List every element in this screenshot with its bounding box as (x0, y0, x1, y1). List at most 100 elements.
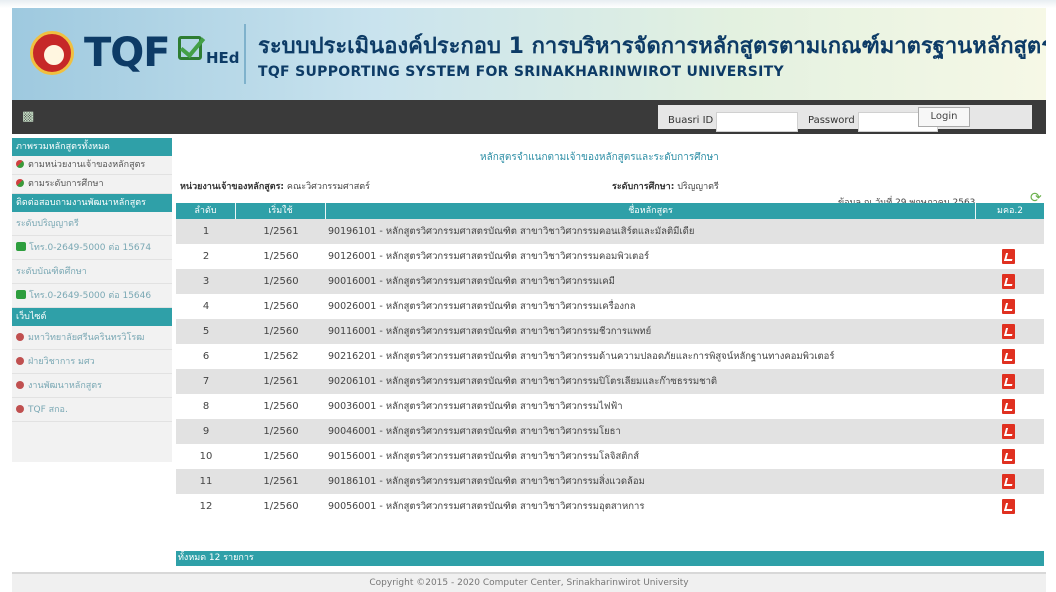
tqf-logo-text[interactable]: TQF (84, 30, 171, 76)
row-number: 2 (202, 251, 210, 262)
row-curriculum-name[interactable]: 90216201 - หลักสูตรวิศวกรรมศาสตรบัณฑิต ส… (328, 344, 968, 369)
pdf-icon[interactable] (1002, 399, 1015, 414)
owner-label: หน่วยงานเจ้าของหลักสูตร: (180, 182, 285, 192)
login-button[interactable]: Login (918, 107, 970, 127)
row-curriculum-name[interactable]: 90026001 - หลักสูตรวิศวกรรมศาสตรบัณฑิต ส… (328, 294, 968, 319)
row-tqf2-cell (976, 294, 1044, 319)
row-curriculum-name[interactable]: 90196101 - หลักสูตรวิศวกรรมศาสตรบัณฑิต ส… (328, 219, 968, 244)
row-number: 4 (202, 301, 210, 312)
table-row: 9 1/2560 90046001 - หลักสูตรวิศวกรรมศาสตรบ… (176, 419, 1044, 444)
table-total: ทั้งหมด 12 รายการ (176, 551, 1044, 566)
table-row: 5 1/2560 90116001 - หลักสูตรวิศวกรรมศาสตรบ… (176, 319, 1044, 344)
row-start-term: 1/2560 (263, 501, 299, 512)
pdf-icon[interactable] (1002, 424, 1015, 439)
table-row: 10 1/2560 90156001 - หลักสูตรวิศวกรรมศาสตร… (176, 444, 1044, 469)
row-curriculum-name[interactable]: 90126001 - หลักสูตรวิศวกรรมศาสตรบัณฑิต ส… (328, 244, 968, 269)
row-number: 8 (202, 401, 210, 412)
curriculum-table: 1 1/2561 90196101 - หลักสูตรวิศวกรรมศาสตรบ… (176, 219, 1044, 519)
level-value: ปริญญาตรี (677, 182, 719, 192)
checkmark-icon (178, 36, 202, 60)
sidebar-item-swu[interactable]: มหาวิทยาลัยศรีนครินทรวิโรฒ (12, 326, 172, 350)
sidebar-item-curriculum-dev[interactable]: งานพัฒนาหลักสูตร (12, 374, 172, 398)
bullet-icon (16, 179, 24, 187)
table-row: 3 1/2560 90016001 - หลักสูตรวิศวกรรมศาสตรบ… (176, 269, 1044, 294)
row-curriculum-name[interactable]: 90036001 - หลักสูตรวิศวกรรมศาสตรบัณฑิต ส… (328, 394, 968, 419)
row-tqf2-cell (976, 494, 1044, 519)
table-row: 6 1/2562 90216201 - หลักสูตรวิศวกรรมศาสตรบ… (176, 344, 1044, 369)
row-start-term: 1/2562 (263, 351, 299, 362)
row-tqf2-cell (976, 269, 1044, 294)
row-curriculum-name[interactable]: 90016001 - หลักสูตรวิศวกรรมศาสตรบัณฑิต ส… (328, 269, 968, 294)
row-number: 1 (202, 226, 210, 237)
pdf-icon[interactable] (1002, 249, 1015, 264)
sidebar-item-by-owner[interactable]: ตามหน่วยงานเจ้าของหลักสูตร (12, 156, 172, 175)
row-tqf2-cell (976, 319, 1044, 344)
sidebar-section-websites: เว็บไซต์ (12, 308, 172, 326)
row-start-term: 1/2560 (263, 426, 299, 437)
column-header-tqf2: มคอ.2 (997, 206, 1023, 216)
system-title-english: TQF SUPPORTING SYSTEM FOR SRINAKHARINWIR… (258, 64, 784, 80)
page-title: หลักสูตรจำแนกตามเจ้าของหลักสูตรและระดับก… (480, 152, 719, 163)
sidebar-item-by-level[interactable]: ตามระดับการศึกษา (12, 175, 172, 194)
link-bullet-icon (16, 357, 24, 365)
row-curriculum-name[interactable]: 90116001 - หลักสูตรวิศวกรรมศาสตรบัณฑิต ส… (328, 319, 968, 344)
row-tqf2-cell (976, 219, 1044, 244)
pdf-icon[interactable] (1002, 374, 1015, 389)
phone-icon (16, 242, 26, 251)
level-info: ระดับการศึกษา: ปริญญาตรี (612, 179, 719, 193)
row-number: 12 (199, 501, 213, 512)
table-row: 11 1/2561 90186101 - หลักสูตรวิศวกรรมศาสตร… (176, 469, 1044, 494)
pdf-icon[interactable] (1002, 274, 1015, 289)
system-title-thai: ระบบประเมินองค์ประกอบ 1 การบริหารจัดการห… (258, 34, 1046, 59)
pdf-icon[interactable] (1002, 474, 1015, 489)
owner-info: หน่วยงานเจ้าของหลักสูตร: คณะวิศวกรรมศาสต… (180, 179, 370, 193)
sidebar-section-overview: ภาพรวมหลักสูตรทั้งหมด (12, 138, 172, 156)
table-row: 4 1/2560 90026001 - หลักสูตรวิศวกรรมศาสตรบ… (176, 294, 1044, 319)
row-curriculum-name[interactable]: 90046001 - หลักสูตรวิศวกรรมศาสตรบัณฑิต ส… (328, 419, 968, 444)
buasri-id-label: Buasri ID (668, 115, 714, 126)
row-start-term: 1/2560 (263, 326, 299, 337)
row-number: 7 (202, 376, 210, 387)
owner-value: คณะวิศวกรรมศาสตร์ (286, 182, 370, 192)
sidebar-item-academic[interactable]: ฝ่ายวิชาการ มศว (12, 350, 172, 374)
top-navbar: ▩ Buasri ID Password Login (12, 100, 1046, 134)
buasri-id-input[interactable] (716, 112, 798, 132)
row-curriculum-name[interactable]: 90186101 - หลักสูตรวิศวกรรมศาสตรบัณฑิต ส… (328, 469, 968, 494)
table-header: ลำดับ เริ่มใช้ ชื่อหลักสูตร มคอ.2 (176, 203, 1044, 219)
university-seal-icon[interactable] (30, 31, 74, 75)
sidebar-item-tqf[interactable]: TQF สกอ. (12, 398, 172, 422)
sidebar-item-graduate-phone[interactable]: โทร.0-2649-5000 ต่อ 15646 (12, 284, 172, 308)
table-row: 12 1/2560 90056001 - หลักสูตรวิศวกรรมศาสตร… (176, 494, 1044, 519)
row-tqf2-cell (976, 394, 1044, 419)
row-number: 5 (202, 326, 210, 337)
row-curriculum-name[interactable]: 90156001 - หลักสูตรวิศวกรรมศาสตรบัณฑิต ส… (328, 444, 968, 469)
home-icon[interactable]: ▩ (22, 109, 38, 125)
pdf-icon[interactable] (1002, 449, 1015, 464)
sidebar: ภาพรวมหลักสูตรทั้งหมด ตามหน่วยงานเจ้าของ… (12, 138, 172, 462)
header-divider (244, 24, 246, 84)
row-curriculum-name[interactable]: 90206101 - หลักสูตรวิศวกรรมศาสตรบัณฑิต ส… (328, 369, 968, 394)
sidebar-item-undergrad-phone[interactable]: โทร.0-2649-5000 ต่อ 15674 (12, 236, 172, 260)
link-bullet-icon (16, 405, 24, 413)
row-start-term: 1/2560 (263, 301, 299, 312)
row-tqf2-cell (976, 244, 1044, 269)
row-number: 9 (202, 426, 210, 437)
tqf-logo-subtext: HEd (206, 49, 240, 67)
row-start-term: 1/2560 (263, 251, 299, 262)
pdf-icon[interactable] (1002, 299, 1015, 314)
level-label: ระดับการศึกษา: (612, 182, 675, 192)
row-start-term: 1/2560 (263, 451, 299, 462)
sidebar-item-undergrad: ระดับปริญญาตรี (12, 212, 172, 236)
pdf-icon[interactable] (1002, 499, 1015, 514)
pdf-icon[interactable] (1002, 349, 1015, 364)
row-start-term: 1/2560 (263, 276, 299, 287)
site-header: TQF HEd ระบบประเมินองค์ประกอบ 1 การบริหา… (12, 8, 1046, 100)
row-tqf2-cell (976, 369, 1044, 394)
top-strip (0, 0, 1056, 8)
pdf-icon[interactable] (1002, 324, 1015, 339)
column-header-start: เริ่มใช้ (236, 203, 326, 219)
sidebar-section-contact: ติดต่อสอบถามงานพัฒนาหลักสูตร (12, 194, 172, 212)
link-bullet-icon (16, 333, 24, 341)
table-row: 8 1/2560 90036001 - หลักสูตรวิศวกรรมศาสตรบ… (176, 394, 1044, 419)
row-curriculum-name[interactable]: 90056001 - หลักสูตรวิศวกรรมศาสตรบัณฑิต ส… (328, 494, 968, 519)
